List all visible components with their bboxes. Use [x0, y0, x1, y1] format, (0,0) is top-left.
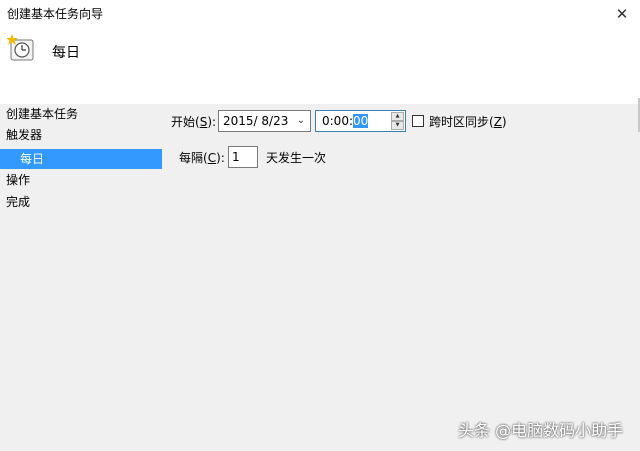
wizard-content: 开始(S): 2015/ 8/23 ⌄ 0:00:00 ▲ ▼ 跨时区同步(Z)…: [162, 104, 640, 451]
recur-days-input[interactable]: 1: [228, 146, 258, 168]
step-trigger[interactable]: 触发器: [0, 125, 162, 145]
start-time-input[interactable]: 0:00:00 ▲ ▼: [315, 110, 406, 132]
start-label: 开始(S):: [171, 115, 217, 129]
start-time-value: 0:00:00: [322, 114, 369, 128]
wizard-header: 每日: [0, 28, 640, 132]
step-daily[interactable]: 每日: [0, 149, 162, 169]
page-title: 每日: [52, 45, 80, 61]
wizard-steps: 创建基本任务 触发器 每日 操作 完成: [0, 104, 162, 451]
title-bar: 创建基本任务向导 ✕: [0, 0, 640, 28]
task-wizard-window: 创建基本任务向导 ✕ 每日 创建基本任务 触发器 每日 操作 完成 开始(S):…: [0, 0, 640, 451]
start-date-value: 2015/ 8/23: [223, 114, 289, 128]
window-title: 创建基本任务向导: [7, 7, 104, 21]
chevron-down-icon[interactable]: ⌄: [294, 111, 308, 131]
recur-unit-label: 天发生一次: [266, 151, 327, 165]
step-action[interactable]: 操作: [0, 170, 162, 190]
clock-icon: [7, 34, 34, 61]
step-create-basic-task[interactable]: 创建基本任务: [0, 104, 162, 124]
time-spinner: ▲ ▼: [391, 112, 404, 130]
spin-up-icon[interactable]: ▲: [391, 112, 404, 121]
close-icon[interactable]: ✕: [612, 4, 632, 24]
watermark: 头条 @电脑数码小助手: [458, 421, 624, 440]
sync-timezone-checkbox[interactable]: [412, 115, 424, 127]
step-finish[interactable]: 完成: [0, 192, 162, 212]
sync-timezone-label: 跨时区同步(Z): [429, 115, 507, 129]
start-date-picker[interactable]: 2015/ 8/23 ⌄: [218, 110, 311, 132]
spin-down-icon[interactable]: ▼: [391, 121, 404, 130]
recur-label: 每隔(C):: [179, 151, 225, 165]
